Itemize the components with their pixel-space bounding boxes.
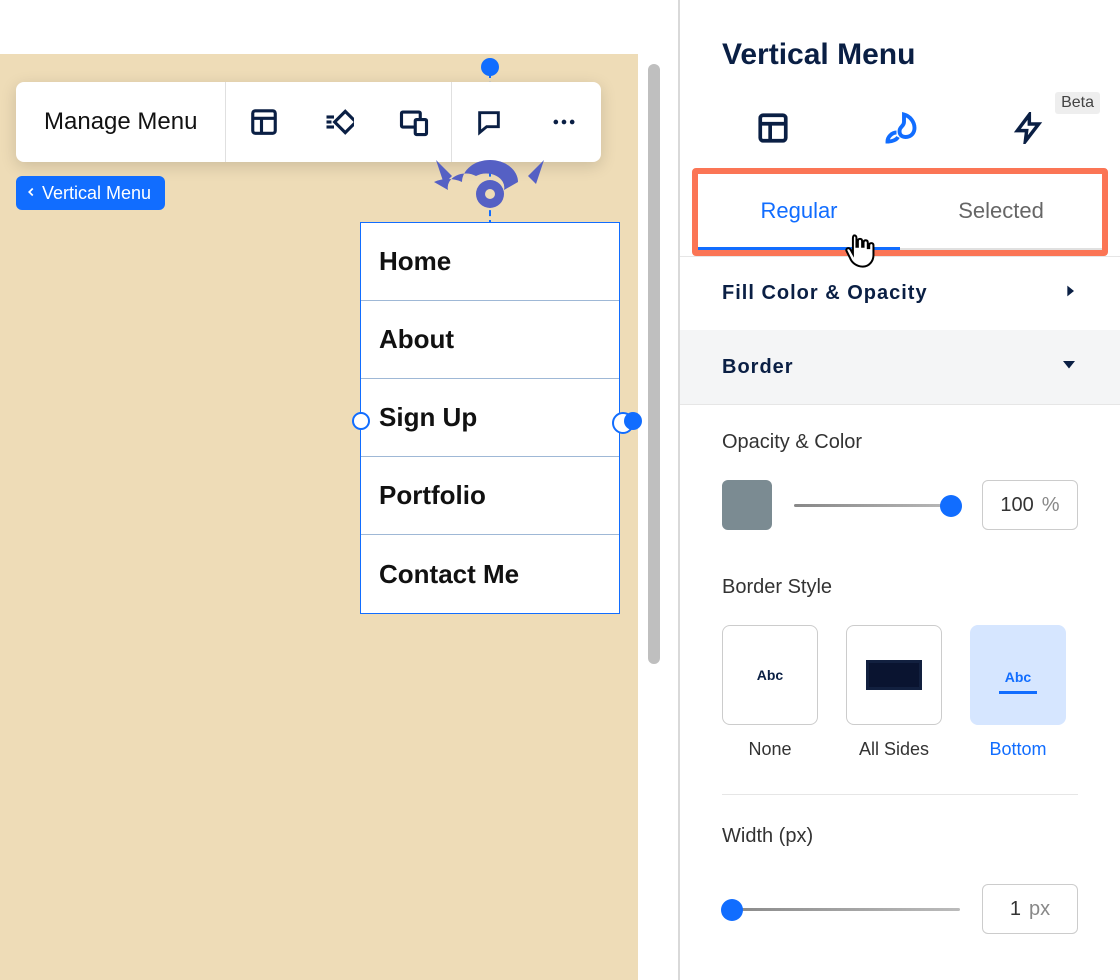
manage-menu-button[interactable]: Manage Menu <box>16 82 226 162</box>
vertical-menu-widget[interactable]: Home About Sign Up Portfolio Contact Me <box>360 222 620 614</box>
abc-text-blue: Abc <box>999 657 1037 694</box>
top-strip <box>0 0 678 54</box>
tab-layout-icon[interactable] <box>756 111 790 150</box>
opacity-unit: % <box>1042 494 1060 517</box>
state-tabs-highlight: Regular Selected <box>692 168 1108 256</box>
border-section-body: Opacity & Color 100 % Border Style Abc N… <box>680 404 1120 964</box>
site-logo[interactable] <box>432 152 548 232</box>
scrollbar-track[interactable] <box>648 64 660 664</box>
opacity-slider-thumb[interactable] <box>940 495 962 517</box>
width-value: 1 <box>1010 898 1021 921</box>
opacity-value: 100 <box>1000 494 1033 517</box>
breadcrumb-label: Vertical Menu <box>42 183 151 204</box>
resize-handle-right[interactable] <box>612 412 642 430</box>
section-fill[interactable]: Fill Color & Opacity <box>680 256 1120 330</box>
style-all-caption: All Sides <box>859 739 929 760</box>
section-border[interactable]: Border <box>680 330 1120 404</box>
section-fill-label: Fill Color & Opacity <box>722 282 928 305</box>
scrollbar-thumb[interactable] <box>648 64 660 664</box>
border-style-none[interactable]: Abc None <box>722 625 818 760</box>
border-color-swatch[interactable] <box>722 480 772 530</box>
style-bottom-caption: Bottom <box>989 739 1046 760</box>
chevron-right-icon <box>1062 282 1078 305</box>
menu-item-portfolio[interactable]: Portfolio <box>361 457 619 535</box>
beta-badge: Beta <box>1055 92 1100 114</box>
panel-title: Vertical Menu <box>680 0 1120 100</box>
border-width-label: Width (px) <box>722 825 1078 848</box>
width-value-input[interactable]: 1 px <box>982 884 1078 934</box>
opacity-value-input[interactable]: 100 % <box>982 480 1078 530</box>
tab-design-icon[interactable] <box>883 110 919 151</box>
opacity-color-label: Opacity & Color <box>722 431 1078 454</box>
element-toolbar: Manage Menu <box>16 82 601 162</box>
menu-item-signup[interactable]: Sign Up <box>361 379 619 457</box>
abc-text: Abc <box>757 667 783 683</box>
editor-canvas-area: Manage Menu Vertical Menu <box>0 0 678 980</box>
style-none-caption: None <box>748 739 791 760</box>
width-unit: px <box>1029 898 1050 921</box>
width-slider[interactable] <box>722 908 960 911</box>
chevron-left-icon <box>24 183 38 204</box>
chevron-down-icon <box>1060 355 1078 379</box>
design-mode-tabs: Beta <box>680 100 1120 160</box>
menu-item-contact[interactable]: Contact Me <box>361 535 619 613</box>
section-border-label: Border <box>722 356 794 379</box>
border-style-bottom[interactable]: Abc Bottom <box>970 625 1066 760</box>
layout-icon[interactable] <box>226 82 301 162</box>
width-slider-thumb[interactable] <box>721 899 743 921</box>
menu-item-about[interactable]: About <box>361 301 619 379</box>
cursor-hand-icon <box>843 232 877 275</box>
responsive-icon[interactable] <box>376 82 451 162</box>
border-style-label: Border Style <box>722 576 1078 599</box>
opacity-slider[interactable] <box>794 504 960 507</box>
design-panel: Vertical Menu Beta Regular Selected Fill… <box>678 0 1120 980</box>
more-icon[interactable] <box>526 82 601 162</box>
resize-handle-left[interactable] <box>352 412 370 430</box>
divider <box>722 794 1078 795</box>
animation-icon[interactable] <box>301 82 376 162</box>
breadcrumb-chip[interactable]: Vertical Menu <box>16 176 165 210</box>
tab-selected[interactable]: Selected <box>900 174 1102 248</box>
border-style-all-sides[interactable]: All Sides <box>846 625 942 760</box>
comment-icon[interactable] <box>451 82 526 162</box>
all-sides-rect-icon <box>866 660 922 690</box>
menu-item-home[interactable]: Home <box>361 223 619 301</box>
state-tabs: Regular Selected <box>698 174 1102 250</box>
tab-interactions-icon[interactable] <box>1012 112 1044 149</box>
